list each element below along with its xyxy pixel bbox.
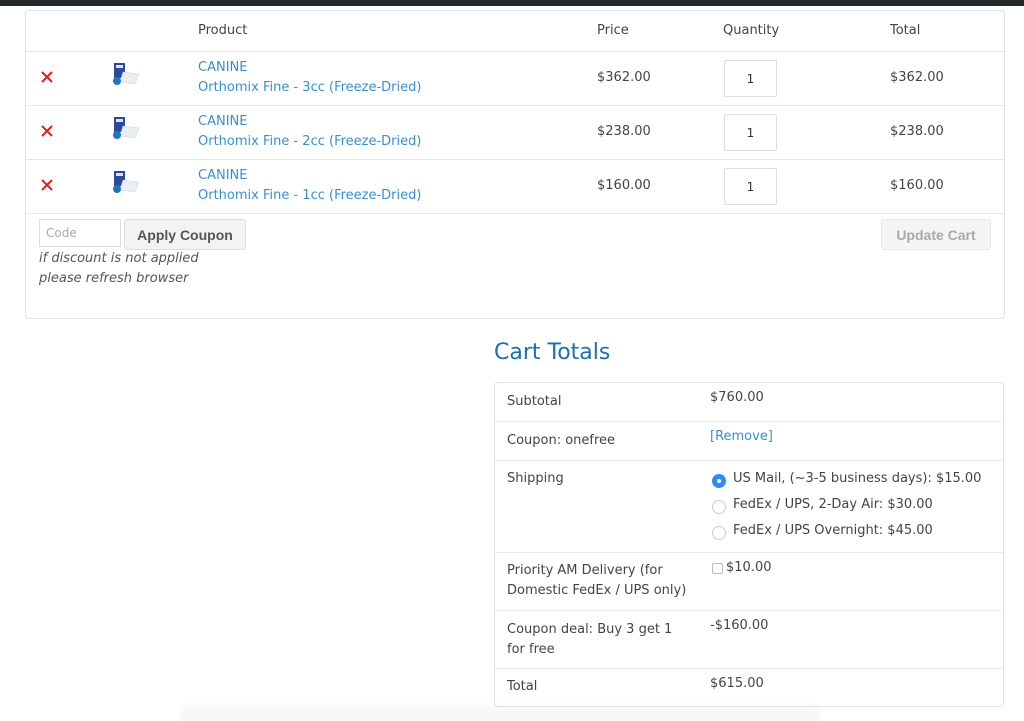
- shipping-option-label: US Mail, (~3-5 business days): $15.00: [733, 471, 982, 486]
- total-value: $615.00: [710, 676, 764, 691]
- coupon-row: Coupon: onefree [Remove]: [495, 422, 1003, 461]
- shipping-row: Shipping US Mail, (~3-5 business days): …: [495, 461, 1003, 553]
- total-label: Total: [507, 679, 538, 694]
- header-price: Price: [597, 23, 629, 38]
- shipping-label: Shipping: [507, 471, 564, 486]
- deal-label-line1: Coupon deal: Buy 3 get 1: [507, 622, 673, 637]
- deal-row: Coupon deal: Buy 3 get 1 for free -$160.…: [495, 611, 1003, 669]
- remove-item-icon[interactable]: [39, 123, 55, 139]
- cart-totals-heading: Cart Totals: [494, 340, 611, 365]
- header-total: Total: [890, 23, 921, 38]
- coupon-note-line2: please refresh browser: [39, 271, 189, 286]
- radio-selected[interactable]: [712, 474, 726, 488]
- deal-label-line2: for free: [507, 642, 555, 657]
- deal-value: -$160.00: [710, 618, 769, 633]
- quantity-input[interactable]: [724, 168, 777, 205]
- item-price: $238.00: [597, 124, 651, 139]
- subtotal-row: Subtotal $760.00: [495, 383, 1003, 422]
- quantity-input[interactable]: [724, 114, 777, 151]
- shipping-option-label: FedEx / UPS, 2-Day Air: $30.00: [733, 497, 933, 512]
- product-category-link[interactable]: CANINE: [198, 114, 247, 129]
- bottom-shadow: [180, 705, 820, 721]
- cart-table: Product Price Quantity Total CANINE Orth…: [25, 10, 1005, 319]
- product-thumbnail[interactable]: [111, 170, 141, 196]
- item-total: $238.00: [890, 124, 944, 139]
- total-row: Total $615.00: [495, 669, 1003, 706]
- product-category-link[interactable]: CANINE: [198, 168, 247, 183]
- priority-label-line2: Domestic FedEx / UPS only): [507, 583, 687, 598]
- apply-coupon-button[interactable]: Apply Coupon: [124, 219, 246, 250]
- item-total: $362.00: [890, 70, 944, 85]
- header-quantity: Quantity: [723, 23, 780, 38]
- update-cart-button[interactable]: Update Cart: [881, 219, 991, 250]
- product-name-link[interactable]: Orthomix Fine - 2cc (Freeze-Dried): [198, 134, 421, 149]
- subtotal-value: $760.00: [710, 390, 764, 405]
- radio-unselected[interactable]: [712, 500, 726, 514]
- shipping-option-label: FedEx / UPS Overnight: $45.00: [733, 523, 933, 538]
- cart-item-row: CANINE Orthomix Fine - 1cc (Freeze-Dried…: [26, 160, 1004, 214]
- product-thumbnail[interactable]: [111, 116, 141, 142]
- subtotal-label: Subtotal: [507, 394, 562, 409]
- product-name-link[interactable]: Orthomix Fine - 3cc (Freeze-Dried): [198, 80, 421, 95]
- cart-item-row: CANINE Orthomix Fine - 3cc (Freeze-Dried…: [26, 52, 1004, 106]
- coupon-label: Coupon: onefree: [507, 433, 616, 448]
- product-category-link[interactable]: CANINE: [198, 60, 247, 75]
- remove-item-icon[interactable]: [39, 177, 55, 193]
- priority-checkbox[interactable]: [712, 563, 723, 574]
- header-product: Product: [198, 23, 248, 38]
- cart-item-row: CANINE Orthomix Fine - 2cc (Freeze-Dried…: [26, 106, 1004, 160]
- item-price: $160.00: [597, 178, 651, 193]
- coupon-code-input[interactable]: [39, 219, 121, 247]
- remove-coupon-link[interactable]: [Remove]: [710, 427, 773, 447]
- cart-totals-table: Subtotal $760.00 Coupon: onefree [Remove…: [494, 382, 1004, 707]
- item-total: $160.00: [890, 178, 944, 193]
- product-name-link[interactable]: Orthomix Fine - 1cc (Freeze-Dried): [198, 188, 421, 203]
- priority-row: Priority AM Delivery (for Domestic FedEx…: [495, 553, 1003, 611]
- quantity-input[interactable]: [724, 60, 777, 97]
- product-thumbnail[interactable]: [111, 62, 141, 88]
- coupon-note-line1: if discount is not applied: [39, 251, 199, 266]
- cart-header-row: Product Price Quantity Total: [26, 11, 1004, 52]
- top-bar: [0, 0, 1024, 6]
- priority-label-line1: Priority AM Delivery (for: [507, 563, 663, 578]
- radio-unselected[interactable]: [712, 526, 726, 540]
- remove-item-icon[interactable]: [39, 69, 55, 85]
- item-price: $362.00: [597, 70, 651, 85]
- priority-value: $10.00: [726, 560, 772, 575]
